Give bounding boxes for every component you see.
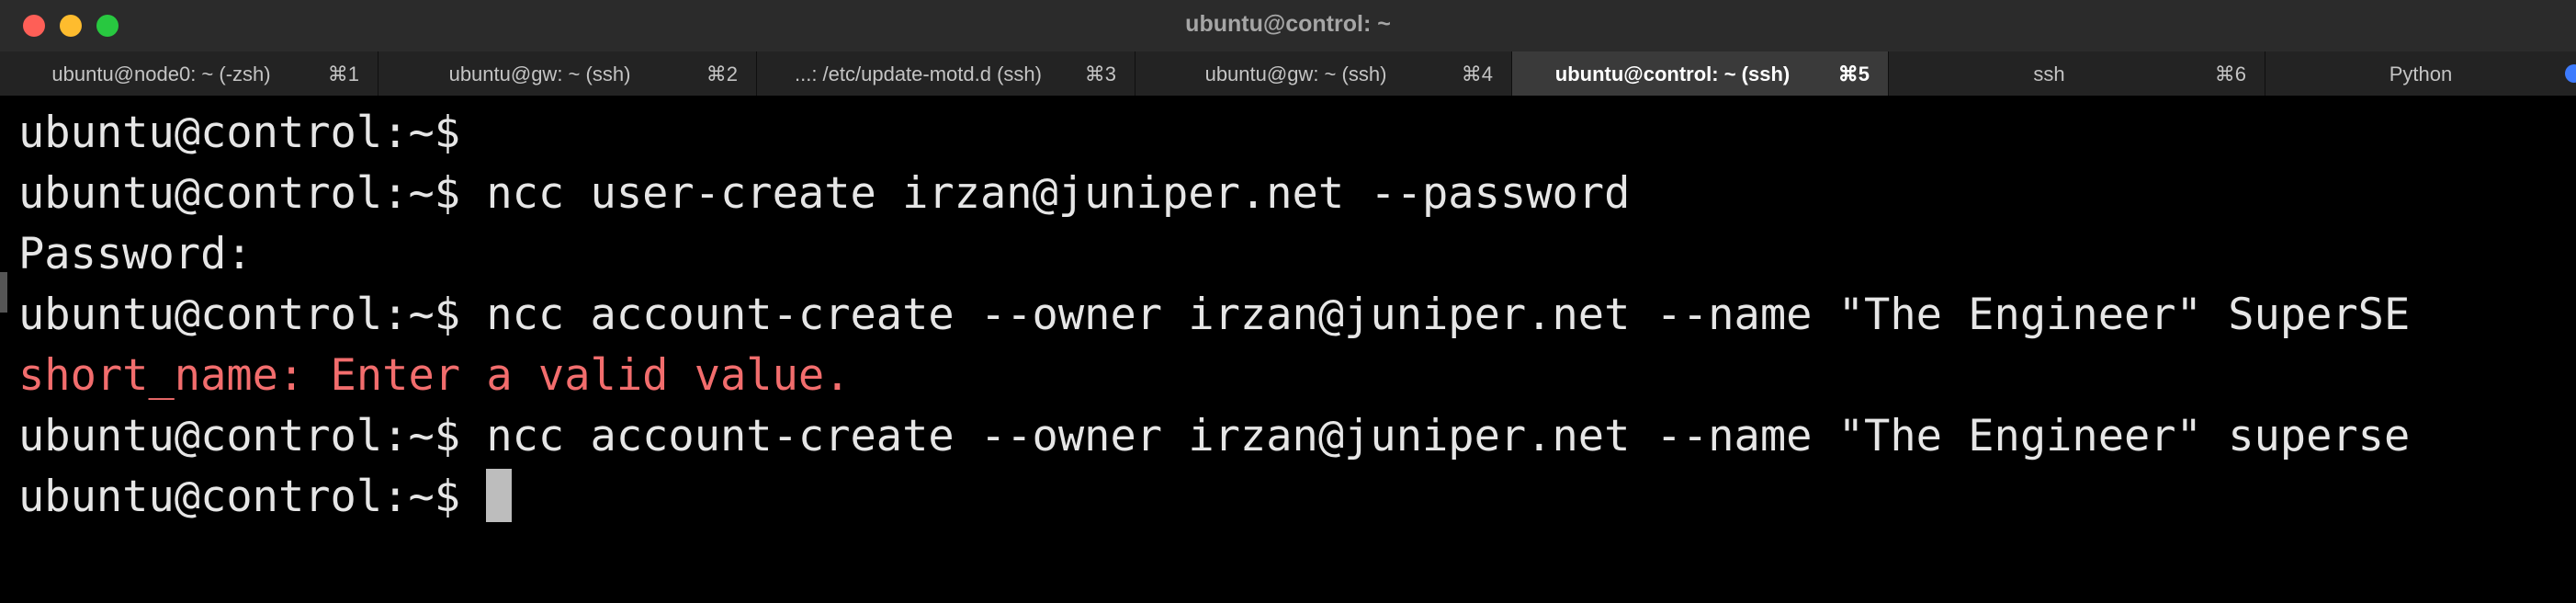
terminal-line: ubuntu@control:~$ — [18, 108, 461, 158]
tab-shortcut: ⌘6 — [2214, 63, 2246, 85]
tab-label: ubuntu@control: ~ (ssh) — [1554, 63, 1791, 85]
terminal-prompt: ubuntu@control:~$ — [18, 472, 487, 522]
terminal-line: ubuntu@control:~$ ncc account-create --o… — [18, 411, 2411, 461]
tab-shortcut: ⌘2 — [706, 63, 738, 85]
tab-gw-ssh-2[interactable]: ubuntu@gw: ~ (ssh) ⌘4 — [1135, 51, 1512, 96]
tab-gw-ssh[interactable]: ubuntu@gw: ~ (ssh) ⌘2 — [378, 51, 757, 96]
text-cursor — [486, 469, 513, 522]
title-bar[interactable]: ubuntu@control: ~ — [0, 0, 2576, 51]
terminal-error-line: short_name: Enter a valid value. — [18, 350, 851, 401]
tab-label: ubuntu@gw: ~ (ssh) — [448, 63, 631, 85]
tab-shortcut: ⌘3 — [1084, 63, 1116, 85]
tab-shortcut: ⌘4 — [1461, 63, 1493, 85]
tab-label: ...: /etc/update-motd.d (ssh) — [794, 63, 1042, 85]
terminal-line: ubuntu@control:~$ ncc account-create --o… — [18, 290, 2411, 340]
terminal-output[interactable]: ubuntu@control:~$ ubuntu@control:~$ ncc … — [0, 96, 2576, 603]
terminal-current-line[interactable]: ubuntu@control:~$ — [18, 467, 2576, 528]
tab-bar: ubuntu@node0: ~ (-zsh) ⌘1 ubuntu@gw: ~ (… — [0, 51, 2576, 96]
tab-label: ubuntu@gw: ~ (ssh) — [1204, 63, 1387, 85]
tab-update-motd-ssh[interactable]: ...: /etc/update-motd.d (ssh) ⌘3 — [757, 51, 1135, 96]
tab-ssh[interactable]: ssh ⌘6 — [1889, 51, 2265, 96]
terminal-line: Password: — [18, 229, 253, 279]
tab-control-ssh[interactable]: ubuntu@control: ~ (ssh) ⌘5 — [1512, 51, 1889, 96]
scroll-mark — [0, 272, 7, 313]
tab-shortcut: ⌘5 — [1837, 63, 1870, 85]
tab-python[interactable]: Python — [2265, 51, 2576, 96]
terminal-line: ubuntu@control:~$ ncc user-create irzan@… — [18, 168, 1631, 219]
tab-label: ubuntu@node0: ~ (-zsh) — [51, 63, 271, 85]
tab-label: Python — [2389, 63, 2453, 85]
tab-shortcut: ⌘1 — [327, 63, 359, 85]
tab-label: ssh — [2033, 63, 2065, 85]
terminal-window: ubuntu@control: ~ ubuntu@node0: ~ (-zsh)… — [0, 0, 2576, 603]
window-title: ubuntu@control: ~ — [1185, 11, 1391, 37]
tab-node0-zsh[interactable]: ubuntu@node0: ~ (-zsh) ⌘1 — [0, 51, 378, 96]
